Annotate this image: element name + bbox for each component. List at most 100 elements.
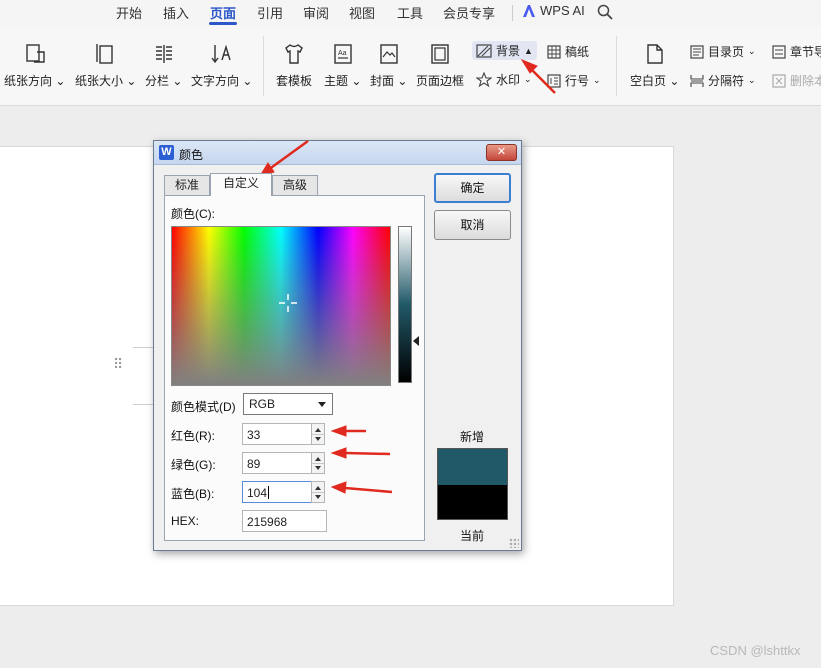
close-button[interactable]: ✕ [486, 144, 517, 161]
watermark-button[interactable]: 水印 ⌄ [476, 71, 532, 88]
theme-icon: Aa [334, 44, 352, 64]
hex-label: HEX: [171, 514, 200, 528]
blank-page-icon [647, 44, 663, 64]
background-label: 背景 [496, 44, 521, 58]
color-preview [437, 448, 508, 520]
text-direction-label: 文字方向 [191, 74, 240, 88]
watermark-icon [476, 71, 492, 87]
blue-label: 蓝色(B): [171, 487, 215, 501]
green-input[interactable]: 89 [242, 452, 312, 474]
separator-button[interactable]: 分隔符 ⌄ [690, 72, 756, 89]
green-value: 89 [247, 457, 261, 471]
line-number-button[interactable]: 行号 ⌄ [547, 72, 601, 89]
hex-value: 215968 [247, 515, 288, 529]
ok-button[interactable]: 确定 [434, 173, 511, 203]
wps-ai-icon [523, 4, 535, 17]
wps-ai-button[interactable]: WPS AI [522, 3, 585, 18]
ribbon-toolbar: 纸张方向 ⌄ 纸张大小 ⌄ 分栏 ⌄ 文字方向 ⌄ 套模板 Aa 主题 ⌄ 封面… [0, 26, 821, 106]
current-color-swatch [438, 485, 507, 519]
template-label: 套模板 [276, 74, 313, 88]
blue-stepper[interactable] [311, 481, 325, 503]
menu-insert[interactable]: 插入 [163, 3, 189, 22]
red-label: 红色(R): [171, 429, 215, 443]
paper-size-button[interactable]: 纸张大小 ⌄ [75, 40, 136, 89]
menu-home[interactable]: 开始 [116, 3, 142, 22]
line-number-icon [547, 73, 561, 88]
dialog-title-bar[interactable]: W 颜色 ✕ [154, 141, 521, 165]
menu-member[interactable]: 会员专享 [443, 3, 495, 22]
line-number-label: 行号 [565, 74, 590, 88]
blue-value: 104 [247, 486, 268, 500]
search-icon[interactable] [597, 4, 613, 20]
new-color-label: 新增 [460, 430, 485, 444]
tab-custom[interactable]: 自定义 [210, 173, 272, 196]
color-dialog: W 颜色 ✕ 标准 自定义 高级 颜色(C): 颜色模式(D) RGB 红色(R… [153, 140, 522, 551]
chapter-label: 章节导 [790, 45, 821, 59]
luminance-pointer-icon[interactable] [413, 336, 419, 346]
manuscript-button[interactable]: 稿纸 [547, 43, 589, 60]
toc-icon [690, 44, 704, 59]
text-direction-button[interactable]: 文字方向 ⌄ [191, 40, 252, 89]
crosshair-icon[interactable] [279, 294, 297, 312]
page-border-label: 页面边框 [416, 74, 465, 88]
separator-icon [690, 74, 704, 87]
chevron-down-icon [318, 402, 326, 407]
blank-page-button[interactable]: 空白页 ⌄ [630, 40, 679, 89]
cancel-button[interactable]: 取消 [434, 210, 511, 240]
menu-page-layout[interactable]: 页面 [210, 3, 236, 22]
background-button[interactable]: 背景 ▲ [472, 41, 537, 60]
template-button[interactable]: 套模板 [276, 40, 312, 89]
blue-input[interactable]: 104 [242, 481, 312, 503]
green-label: 绿色(G): [171, 458, 216, 472]
paper-orientation-button[interactable]: 纸张方向 ⌄ [4, 40, 65, 89]
wps-ai-label: WPS AI [540, 3, 585, 18]
red-input[interactable]: 33 [242, 423, 312, 445]
menu-tools[interactable]: 工具 [397, 3, 423, 22]
delete-page-button[interactable]: 删除本 [772, 72, 821, 89]
paper-orientation-icon [26, 44, 45, 63]
color-mode-label: 颜色模式(D) [171, 400, 236, 414]
menu-bar: 开始 插入 页面 引用 审阅 视图 工具 会员专享 WPS AI [0, 0, 821, 26]
chapter-nav-button[interactable]: 章节导 [772, 43, 821, 60]
theme-label: 主题 [324, 74, 349, 88]
margin-guide [133, 347, 155, 348]
delete-page-icon [772, 73, 786, 88]
red-stepper[interactable] [311, 423, 325, 445]
separator-label: 分隔符 [708, 74, 745, 88]
delete-page-label: 删除本 [790, 74, 821, 88]
columns-button[interactable]: 分栏 ⌄ [145, 40, 182, 89]
cover-button[interactable]: 封面 ⌄ [370, 40, 407, 89]
hex-input[interactable]: 215968 [242, 510, 327, 532]
wps-app-icon: W [159, 145, 174, 160]
watermark-text: CSDN @lshttkx [710, 643, 801, 658]
chapter-icon [772, 44, 786, 59]
page-border-button[interactable]: 页面边框 [416, 40, 464, 89]
dialog-title: 颜色 [179, 148, 204, 162]
watermark-label: 水印 [496, 73, 521, 87]
margin-guide [133, 404, 155, 405]
resize-grip-icon[interactable] [509, 538, 519, 548]
color-mode-select[interactable]: RGB [243, 393, 333, 415]
tab-advanced[interactable]: 高级 [272, 175, 318, 195]
ribbon-divider [263, 36, 264, 96]
text-direction-icon [211, 44, 231, 64]
red-value: 33 [247, 428, 261, 442]
blank-page-label: 空白页 [630, 74, 667, 88]
new-color-swatch [438, 449, 507, 485]
menu-review[interactable]: 审阅 [303, 3, 329, 22]
theme-button[interactable]: Aa 主题 ⌄ [324, 40, 361, 89]
manuscript-icon [547, 44, 561, 59]
luminance-slider[interactable] [398, 226, 412, 383]
drag-handle-icon[interactable]: ⠿ [113, 357, 124, 371]
color-mode-value: RGB [249, 397, 276, 411]
paper-orientation-label: 纸张方向 [4, 74, 53, 88]
background-icon [476, 43, 492, 58]
green-stepper[interactable] [311, 452, 325, 474]
ribbon-divider [616, 36, 617, 96]
cover-icon [380, 44, 398, 64]
active-tab-indicator [209, 22, 237, 25]
tab-standard[interactable]: 标准 [164, 175, 210, 195]
menu-references[interactable]: 引用 [257, 3, 283, 22]
menu-view[interactable]: 视图 [349, 3, 375, 22]
toc-page-button[interactable]: 目录页 ⌄ [690, 43, 756, 60]
